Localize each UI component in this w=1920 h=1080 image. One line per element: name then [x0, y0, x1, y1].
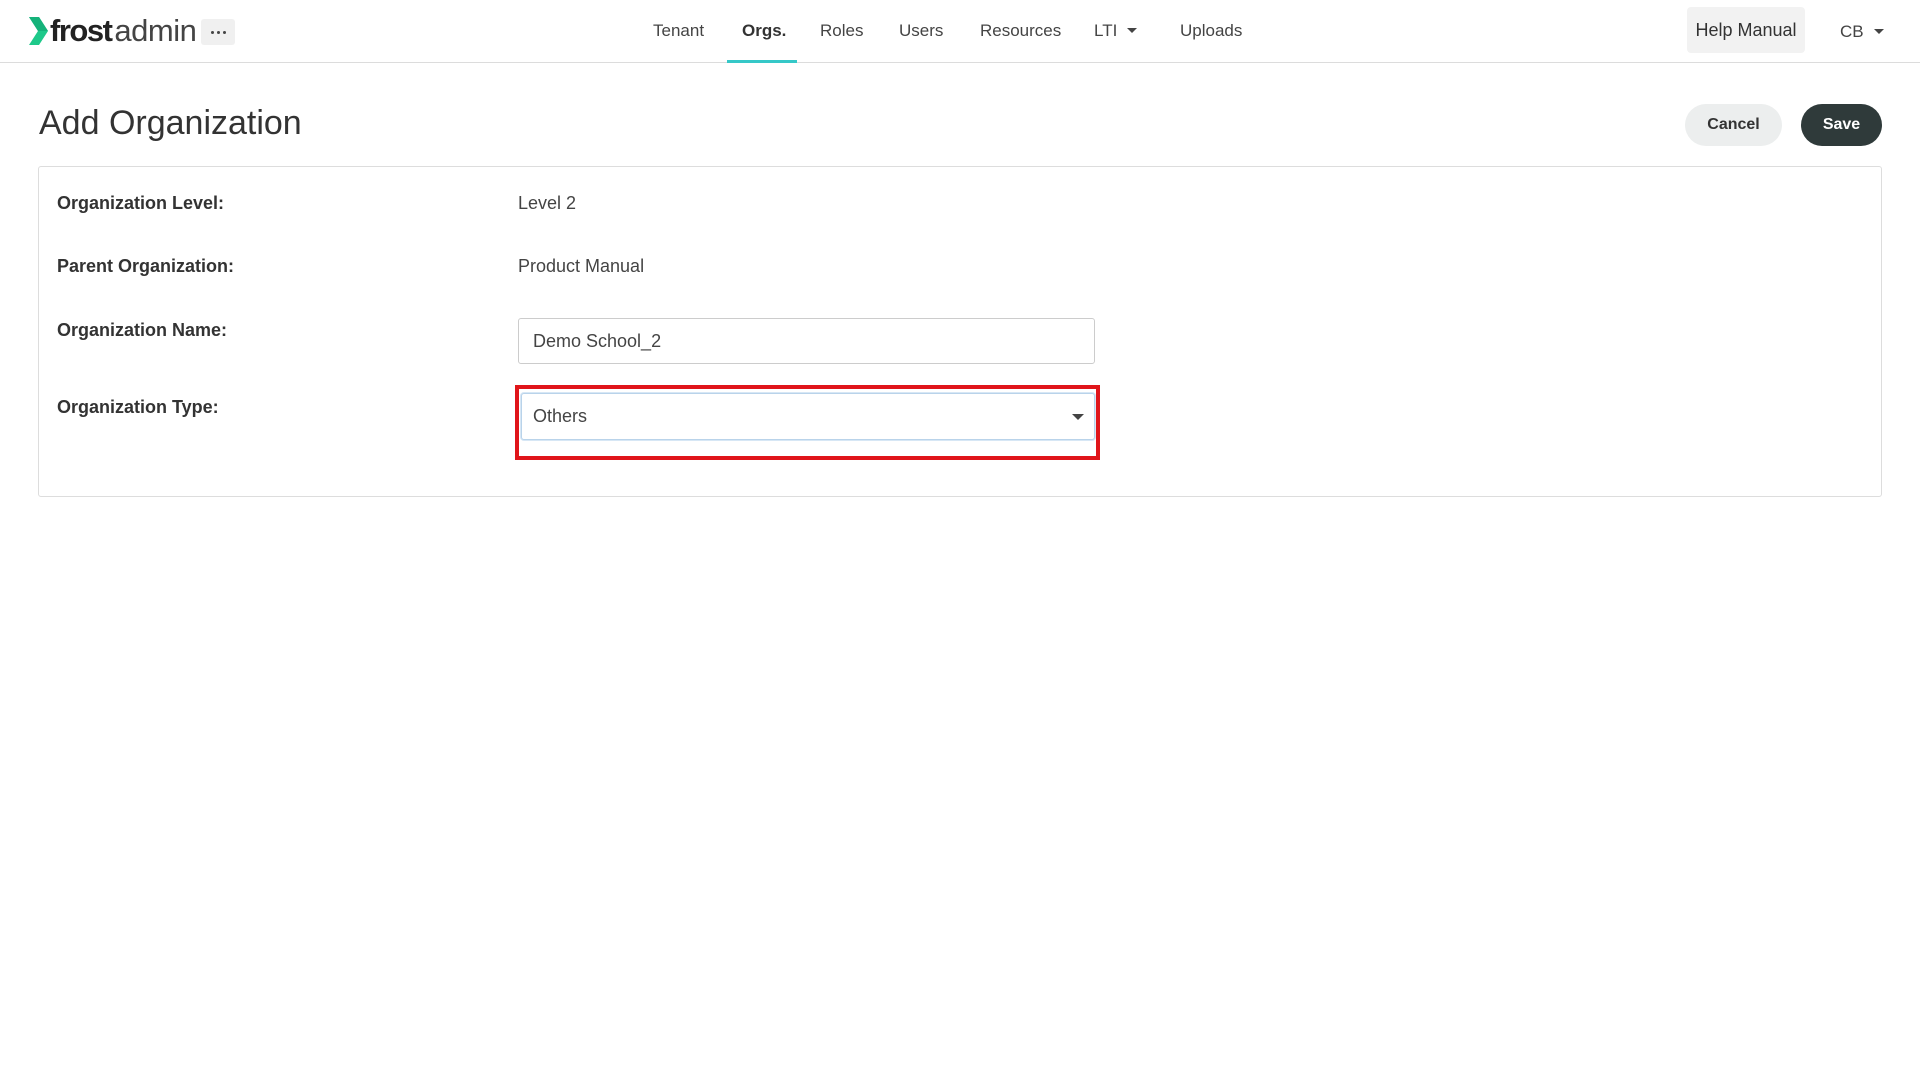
- nav-item-roles[interactable]: Roles: [820, 0, 863, 63]
- chevron-down-icon: [1072, 414, 1084, 420]
- logo-text-admin: admin: [114, 13, 197, 48]
- nav-item-orgs[interactable]: Orgs.: [742, 0, 786, 63]
- nav-item-uploads[interactable]: Uploads: [1180, 0, 1242, 63]
- user-menu[interactable]: CB: [1840, 20, 1884, 44]
- parent-organization-label: Parent Organization:: [57, 256, 235, 276]
- help-manual-button[interactable]: Help Manual: [1687, 7, 1805, 53]
- nav-item-lti[interactable]: LTI: [1094, 0, 1138, 63]
- ellipsis-icon: [210, 30, 214, 34]
- cancel-button[interactable]: Cancel: [1685, 104, 1782, 146]
- organization-name-input[interactable]: [518, 318, 1095, 364]
- ellipsis-icon-dot: [222, 30, 226, 34]
- page-title: Add Organization: [39, 104, 302, 142]
- save-button[interactable]: Save: [1801, 104, 1882, 146]
- frost-logo-icon: [29, 17, 48, 45]
- chevron-down-icon: [1873, 28, 1884, 34]
- nav-item-users[interactable]: Users: [899, 0, 943, 63]
- user-initials: CB: [1840, 22, 1864, 41]
- logo-text-frost: frost: [50, 13, 113, 48]
- parent-organization-value: Product Manual: [518, 256, 645, 276]
- top-navigation-bar: frost admin Tenant Orgs. Roles Users Res…: [0, 0, 1920, 63]
- organization-type-selected-value: Others: [533, 406, 588, 426]
- organization-level-value: Level 2: [518, 193, 577, 213]
- frost-admin-logo[interactable]: frost admin: [27, 13, 197, 48]
- active-tab-indicator: [727, 60, 797, 63]
- organization-type-select[interactable]: Others: [521, 393, 1095, 440]
- ellipsis-icon-dot: [216, 30, 220, 34]
- organization-level-label: Organization Level:: [57, 193, 225, 213]
- nav-item-lti-label: LTI: [1094, 21, 1118, 40]
- nav-item-tenant[interactable]: Tenant: [653, 0, 704, 63]
- organization-type-label: Organization Type:: [57, 397, 219, 417]
- more-options-button[interactable]: [201, 19, 235, 45]
- chevron-down-icon: [1127, 28, 1138, 34]
- organization-name-label: Organization Name:: [57, 320, 228, 340]
- nav-item-resources[interactable]: Resources: [980, 0, 1061, 63]
